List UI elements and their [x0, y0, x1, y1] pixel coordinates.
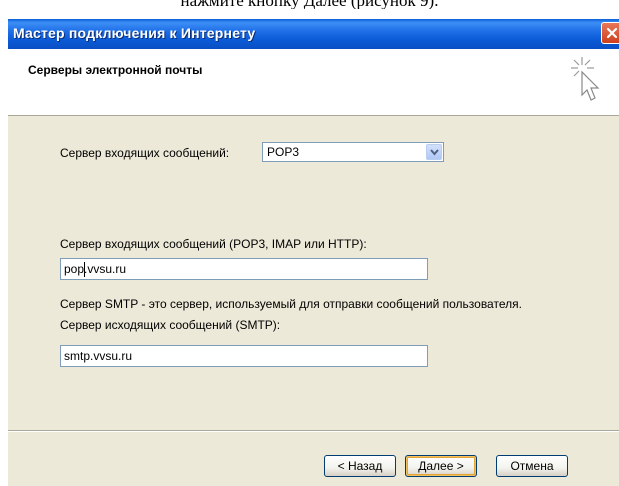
wizard-cursor-icon — [571, 57, 600, 101]
document-text: нажмите кнопку Далее (рисунок 9). — [0, 0, 619, 9]
smtp-description: Сервер SMTP - это сервер, используемый д… — [60, 297, 522, 311]
footer-divider — [8, 430, 619, 432]
next-button[interactable]: Далее > — [405, 455, 477, 477]
chevron-down-icon — [430, 149, 439, 156]
cancel-button[interactable]: Отмена — [496, 455, 568, 477]
close-icon — [606, 27, 618, 39]
incoming-server-value: pop.vvsu.ru — [64, 262, 127, 276]
wizard-dialog: Мастер подключения к Интернету Серверы э… — [8, 19, 619, 486]
incoming-server-label: Сервер входящих сообщений (POP3, IMAP ил… — [60, 237, 367, 251]
incoming-server-input[interactable]: pop.vvsu.ru — [60, 258, 428, 280]
window-title: Мастер подключения к Интернету — [13, 25, 256, 41]
wizard-header: Серверы электронной почты — [8, 49, 619, 116]
outgoing-server-value: smtp.vvsu.ru — [64, 349, 133, 363]
close-button[interactable] — [601, 22, 619, 44]
server-type-select[interactable]: POP3 — [262, 142, 444, 162]
server-type-value: POP3 — [267, 145, 300, 159]
text-caret — [84, 262, 85, 277]
outgoing-server-input[interactable]: smtp.vvsu.ru — [60, 345, 428, 367]
outgoing-server-label: Сервер исходящих сообщений (SMTP): — [60, 318, 281, 332]
server-type-label: Сервер входящих сообщений: — [60, 146, 230, 160]
back-button[interactable]: < Назад — [324, 455, 396, 477]
dropdown-button[interactable] — [426, 144, 442, 160]
page-title: Серверы электронной почты — [28, 63, 203, 77]
title-bar[interactable]: Мастер подключения к Интернету — [8, 19, 619, 49]
